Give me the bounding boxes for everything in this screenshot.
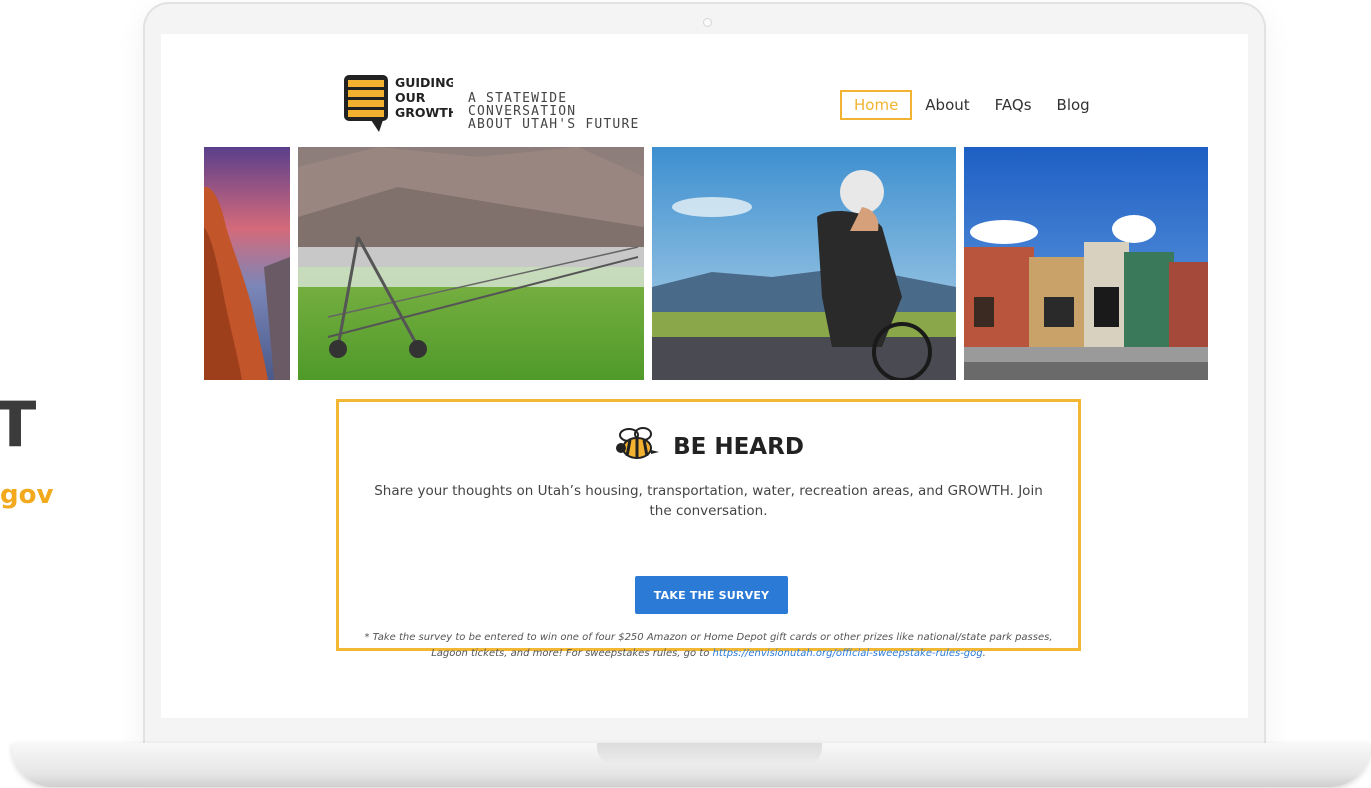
photo-red-rocks [204, 147, 290, 380]
sweepstakes-rules-link[interactable]: https://envisionutah.org/official-sweeps… [713, 648, 983, 659]
site-logo[interactable]: GUIDING OUR GROWTH [343, 74, 458, 134]
nav-home[interactable]: Home [840, 90, 913, 120]
laptop-base [12, 743, 1370, 787]
partial-subheading: gov [0, 480, 54, 510]
logo-text-3: GROWTH [395, 105, 453, 120]
tagline-line-2: ABOUT UTAH'S FUTURE [468, 117, 640, 132]
laptop-frame: GUIDING OUR GROWTH A STATEWIDE CONVERSAT… [143, 2, 1266, 762]
be-heard-card: BE HEARD Share your thoughts on Utah’s h… [336, 399, 1081, 659]
card-title: BE HEARD [673, 433, 804, 460]
main-nav: Home About FAQs Blog [840, 90, 1103, 120]
logo-text-1: GUIDING [395, 75, 453, 90]
logo-icon: GUIDING OUR GROWTH [344, 75, 458, 132]
camera-dot [703, 18, 712, 27]
partial-heading: T [0, 388, 37, 461]
site-tagline: A STATEWIDE CONVERSATION ABOUT UTAH'S FU… [468, 92, 658, 131]
photo-cyclist [652, 147, 956, 380]
tagline-line-1: A STATEWIDE CONVERSATION [468, 91, 577, 119]
take-survey-button[interactable]: TAKE THE SURVEY [635, 576, 788, 614]
note-suffix: . [982, 648, 986, 659]
website-screen: GUIDING OUR GROWTH A STATEWIDE CONVERSAT… [161, 34, 1248, 718]
bee-icon [613, 426, 663, 467]
card-body-text: Share your thoughts on Utah’s housing, t… [374, 483, 1043, 519]
sweepstakes-note: * Take the survey to be entered to win o… [353, 630, 1064, 662]
nav-blog[interactable]: Blog [1045, 90, 1102, 120]
photo-irrigation [298, 147, 644, 380]
laptop-notch [597, 743, 822, 764]
nav-about[interactable]: About [913, 90, 981, 120]
photo-main-street [964, 147, 1208, 380]
card-header: BE HEARD [339, 426, 1078, 467]
nav-faqs[interactable]: FAQs [983, 90, 1044, 120]
logo-text-2: OUR [395, 90, 426, 105]
